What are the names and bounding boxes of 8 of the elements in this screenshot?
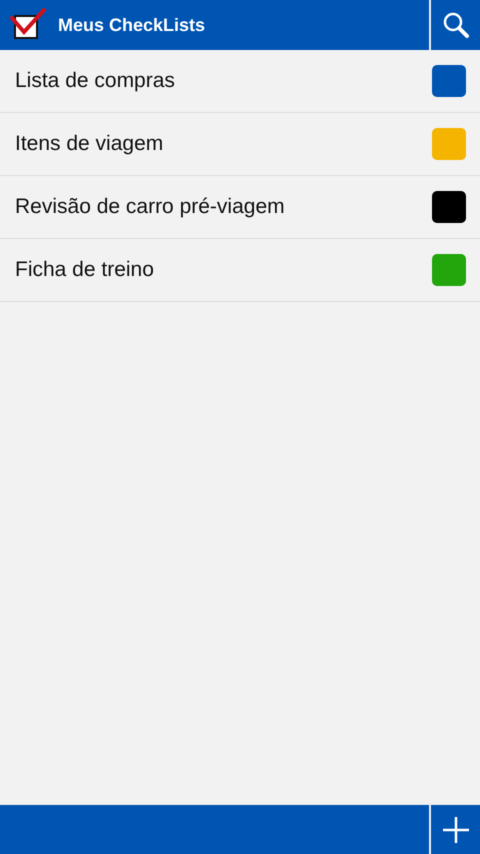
checkbox-logo-icon bbox=[10, 8, 48, 42]
search-icon bbox=[442, 11, 470, 39]
plus-icon bbox=[442, 816, 470, 844]
checklist-item[interactable]: Revisão de carro pré-viagem bbox=[0, 176, 480, 239]
checklist-item[interactable]: Lista de compras bbox=[0, 50, 480, 113]
checklist-item[interactable]: Ficha de treino bbox=[0, 239, 480, 302]
app-title: Meus CheckLists bbox=[58, 14, 206, 36]
checklist-item[interactable]: Itens de viagem bbox=[0, 113, 480, 176]
